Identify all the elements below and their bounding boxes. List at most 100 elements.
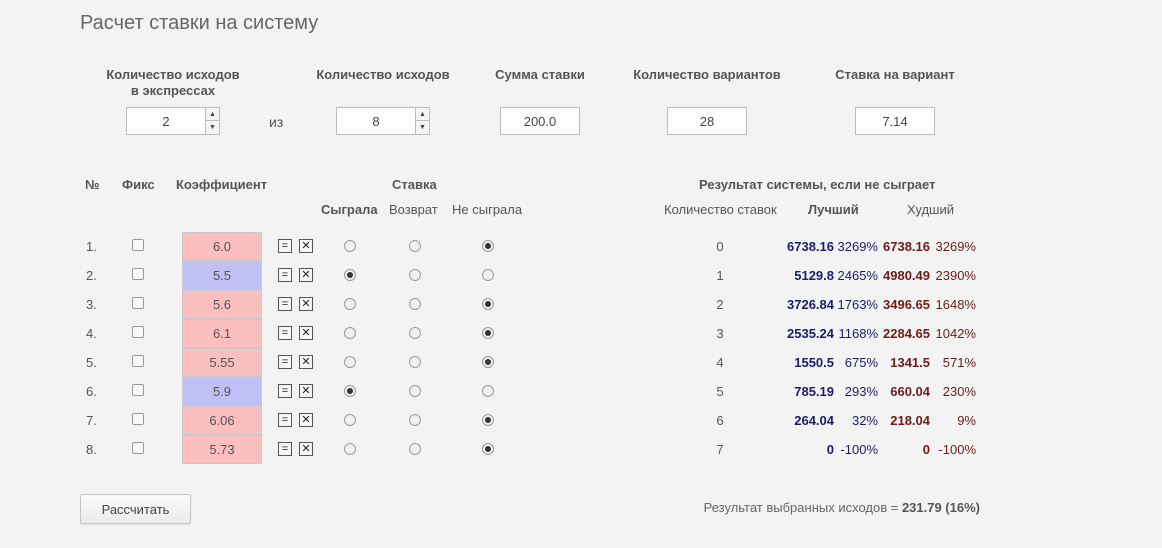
remove-icon[interactable]: ✕: [299, 384, 313, 398]
radio-won[interactable]: [344, 269, 356, 281]
worst-percent: 9%: [957, 413, 976, 428]
coefficient-input[interactable]: 5.9: [182, 377, 262, 406]
row-number: 8.: [86, 442, 97, 457]
equal-icon[interactable]: =: [278, 355, 292, 369]
radio-refund[interactable]: [409, 356, 421, 368]
selected-result: Результат выбранных исходов = 231.79 (16…: [704, 500, 980, 515]
worst-value: 3496.65: [883, 297, 930, 312]
radio-lost[interactable]: [482, 385, 494, 397]
header-system-result: Результат системы, если не сыграет: [699, 177, 936, 192]
coefficient-input[interactable]: 6.1: [182, 319, 262, 348]
remove-icon[interactable]: ✕: [299, 239, 313, 253]
fix-checkbox[interactable]: [132, 326, 144, 338]
radio-refund[interactable]: [409, 385, 421, 397]
bet-count: 7: [716, 442, 724, 457]
radio-lost[interactable]: [482, 269, 494, 281]
fix-checkbox[interactable]: [132, 442, 144, 454]
radio-won[interactable]: [344, 385, 356, 397]
equal-icon[interactable]: =: [278, 326, 292, 340]
outcomes-in-express-input[interactable]: 2: [126, 107, 206, 135]
equal-icon[interactable]: =: [278, 384, 292, 398]
radio-lost[interactable]: [482, 443, 494, 455]
equal-icon[interactable]: =: [278, 268, 292, 282]
radio-refund[interactable]: [409, 414, 421, 426]
outcomes-total-input[interactable]: 8: [336, 107, 416, 135]
header-won: Сыграла: [321, 202, 378, 217]
radio-won[interactable]: [344, 414, 356, 426]
best-value: 0: [826, 442, 834, 457]
outcomes-in-express-stepper[interactable]: ▲ ▼: [205, 107, 220, 135]
radio-lost[interactable]: [482, 356, 494, 368]
radio-won[interactable]: [344, 298, 356, 310]
row-number: 3.: [86, 297, 97, 312]
radio-won[interactable]: [344, 443, 356, 455]
table-row: 8. 5.73 = ✕ 7 0 -100% 0 -100%: [0, 435, 1162, 464]
row-number: 2.: [86, 268, 97, 283]
radio-refund[interactable]: [409, 269, 421, 281]
stake-sum-label: Сумма ставки: [495, 67, 585, 82]
fix-checkbox[interactable]: [132, 413, 144, 425]
header-fix: Фикс: [122, 177, 155, 192]
worst-percent: 1648%: [935, 297, 976, 312]
radio-refund[interactable]: [409, 298, 421, 310]
coefficient-input[interactable]: 5.5: [182, 261, 262, 290]
coefficient-input[interactable]: 5.55: [182, 348, 262, 377]
best-percent: 3269%: [837, 239, 878, 254]
fix-checkbox[interactable]: [132, 384, 144, 396]
fix-checkbox[interactable]: [132, 355, 144, 367]
stepper-up-icon[interactable]: ▲: [206, 108, 219, 121]
remove-icon[interactable]: ✕: [299, 268, 313, 282]
bet-count: 2: [716, 297, 724, 312]
stepper-down-icon[interactable]: ▼: [206, 121, 219, 134]
stepper-down-icon[interactable]: ▼: [416, 121, 429, 134]
selected-result-value: 231.79 (16%): [901, 500, 980, 515]
header-lost: Не сыграла: [452, 202, 523, 217]
table-row: 1. 6.0 = ✕ 0 6738.16 3269% 6738.16 3269%: [0, 232, 1162, 261]
header-best: Лучший: [808, 202, 859, 217]
radio-lost[interactable]: [482, 240, 494, 252]
radio-refund[interactable]: [409, 327, 421, 339]
remove-icon[interactable]: ✕: [299, 326, 313, 340]
stake-per-variant-input[interactable]: 7.14: [855, 107, 935, 135]
header-bet-count: Количество ставок: [664, 202, 777, 217]
header-worst: Худший: [907, 202, 954, 217]
fix-checkbox[interactable]: [132, 297, 144, 309]
best-percent: 2465%: [837, 268, 878, 283]
remove-icon[interactable]: ✕: [299, 413, 313, 427]
stepper-up-icon[interactable]: ▲: [416, 108, 429, 121]
remove-icon[interactable]: ✕: [299, 355, 313, 369]
radio-refund[interactable]: [409, 443, 421, 455]
fix-checkbox[interactable]: [132, 239, 144, 251]
table-row: 3. 5.6 = ✕ 2 3726.84 1763% 3496.65 1648%: [0, 290, 1162, 319]
radio-lost[interactable]: [482, 298, 494, 310]
equal-icon[interactable]: =: [278, 239, 292, 253]
radio-won[interactable]: [344, 240, 356, 252]
radio-won[interactable]: [344, 327, 356, 339]
radio-won[interactable]: [344, 356, 356, 368]
best-percent: 293%: [844, 384, 878, 399]
worst-value: 6738.16: [883, 239, 930, 254]
equal-icon[interactable]: =: [278, 413, 292, 427]
fix-checkbox[interactable]: [132, 268, 144, 280]
best-value: 3726.84: [787, 297, 834, 312]
best-value: 6738.16: [787, 239, 834, 254]
coefficient-input[interactable]: 6.0: [182, 232, 262, 261]
radio-lost[interactable]: [482, 327, 494, 339]
coefficient-input[interactable]: 6.06: [182, 406, 262, 435]
calculate-button[interactable]: Рассчитать: [80, 494, 191, 524]
coefficient-input[interactable]: 5.6: [182, 290, 262, 319]
equal-icon[interactable]: =: [278, 442, 292, 456]
equal-icon[interactable]: =: [278, 297, 292, 311]
radio-lost[interactable]: [482, 414, 494, 426]
best-value: 785.19: [794, 384, 834, 399]
best-percent: 675%: [844, 355, 878, 370]
remove-icon[interactable]: ✕: [299, 442, 313, 456]
outcomes-total-stepper[interactable]: ▲ ▼: [415, 107, 430, 135]
variants-input[interactable]: 28: [667, 107, 747, 135]
stake-sum-input[interactable]: 200.0: [500, 107, 580, 135]
row-number: 6.: [86, 384, 97, 399]
radio-refund[interactable]: [409, 240, 421, 252]
remove-icon[interactable]: ✕: [299, 297, 313, 311]
best-percent: 32%: [851, 413, 878, 428]
coefficient-input[interactable]: 5.73: [182, 435, 262, 464]
